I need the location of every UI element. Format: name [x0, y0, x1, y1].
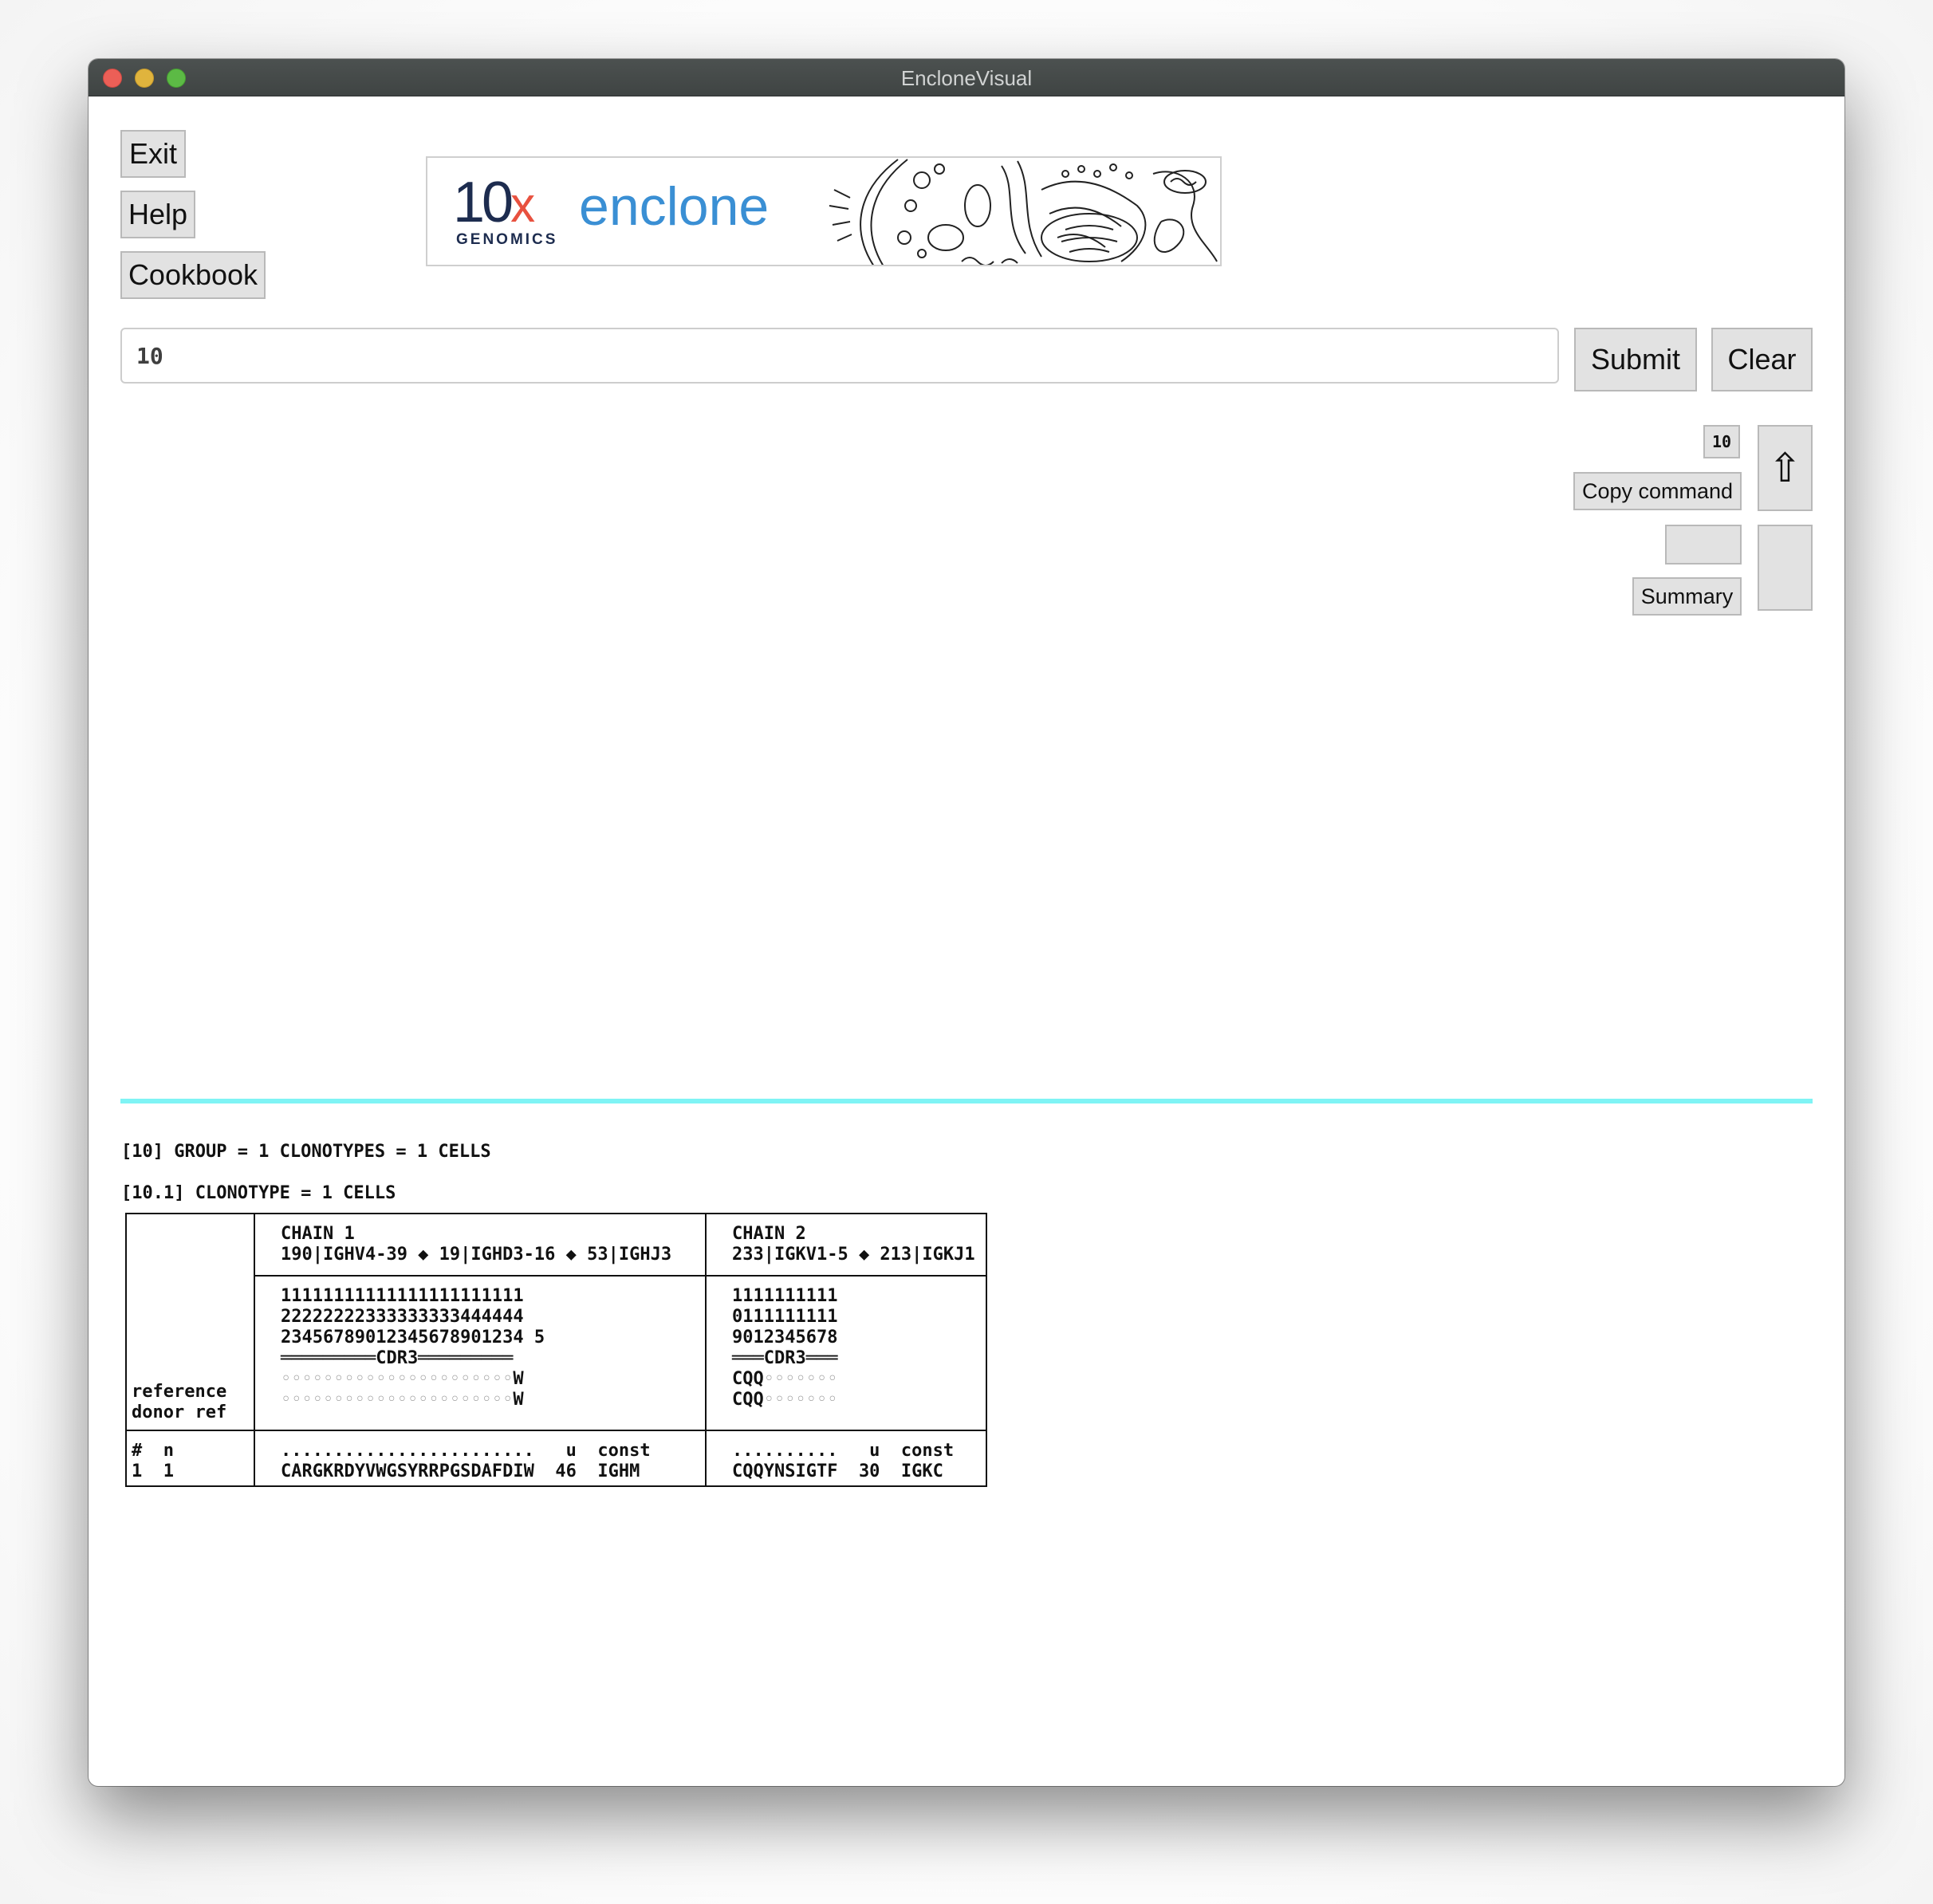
- chain2-positions: 1111111111 0111111111 9012345678 ═══CDR3…: [705, 1275, 987, 1431]
- chain2-row-value: CQQYNSIGTF 30 IGKC: [732, 1461, 943, 1481]
- up-arrow-button[interactable]: ⇧: [1758, 425, 1813, 511]
- enclone-banner: 10x GENOMICS enclone: [426, 156, 1222, 266]
- chain1-data-cell: ........................ u const CARGKRD…: [254, 1430, 707, 1487]
- enclone-wordmark: enclone: [579, 176, 770, 237]
- command-history-badge[interactable]: 10: [1703, 425, 1740, 458]
- chain2-pos-line: 1111111111: [732, 1286, 838, 1307]
- clear-button[interactable]: Clear: [1711, 328, 1813, 391]
- logo-x: x: [510, 178, 535, 233]
- main-content: Exit Help Cookbook 10x GENOMICS enclone: [89, 96, 1844, 1786]
- chain2-cdr3-marker: ═══CDR3═══: [732, 1348, 838, 1369]
- index-header: # n: [132, 1441, 174, 1461]
- table-row: # n 1 1 ........................ u const…: [125, 1430, 987, 1487]
- help-button[interactable]: Help: [120, 191, 195, 238]
- chain2-reference-start: CQQ: [732, 1369, 764, 1390]
- chain2-data-cell: .......... u const CQQYNSIGTF 30 IGKC: [705, 1430, 987, 1487]
- chain1-pos-line: 23456789012345678901234 5: [281, 1328, 545, 1348]
- position-row: 11111111111111111111111 2222222233333333…: [126, 1275, 987, 1431]
- chain1-reference-end: W: [513, 1369, 524, 1390]
- row-index-cell: # n 1 1: [125, 1430, 255, 1487]
- down-arrow-button[interactable]: [1758, 525, 1813, 611]
- chain1-row-value: CARGKRDYVWGSYRRPGSDAFDIW 46 IGHM: [281, 1461, 640, 1481]
- chain2-donor-start: CQQ: [732, 1390, 764, 1410]
- chain2-title: CHAIN 2: [732, 1224, 806, 1244]
- reference-label: reference: [132, 1382, 227, 1402]
- title-bar: EncloneVisual: [89, 59, 1844, 96]
- chain-header-row: reference donor ref CHAIN 1 190|IGHV4-39…: [125, 1212, 987, 1431]
- chain1-reference-dots: ◦◦◦◦◦◦◦◦◦◦◦◦◦◦◦◦◦◦◦◦◦◦: [281, 1369, 514, 1390]
- chain2-genes: 233|IGKV1-5 ◆ 213|IGKJ1: [732, 1245, 975, 1265]
- app-window: EncloneVisual Exit Help Cookbook 10x GEN…: [89, 59, 1844, 1786]
- 10x-logo: 10x: [453, 171, 535, 234]
- copy-command-button[interactable]: Copy command: [1573, 472, 1742, 510]
- cookbook-button[interactable]: Cookbook: [120, 251, 266, 299]
- chain1-column-header: ........................ u const: [281, 1441, 651, 1461]
- summary-button[interactable]: Summary: [1632, 577, 1742, 616]
- logo-genomics-text: GENOMICS: [456, 231, 558, 248]
- chain1-donor-end: W: [513, 1390, 524, 1410]
- chain2-reference-dots: ◦◦◦◦◦◦◦: [763, 1369, 838, 1390]
- chain2-pos-line: 9012345678: [732, 1328, 838, 1348]
- window-title: EncloneVisual: [900, 66, 1033, 90]
- chain1-pos-line: 11111111111111111111111: [281, 1286, 524, 1307]
- command-input[interactable]: [120, 328, 1559, 384]
- row-label-cell: reference donor ref: [125, 1213, 255, 1431]
- chain2-column-header: .......... u const: [732, 1441, 955, 1461]
- donor-ref-label: donor ref: [132, 1402, 227, 1422]
- chain2-pos-line: 0111111111: [732, 1307, 838, 1328]
- clonotype-summary: [10.1] CLONOTYPE = 1 CELLS: [121, 1183, 396, 1203]
- chain2-donor-dots: ◦◦◦◦◦◦◦: [763, 1390, 838, 1410]
- chain1-donor-dots: ◦◦◦◦◦◦◦◦◦◦◦◦◦◦◦◦◦◦◦◦◦◦: [281, 1390, 514, 1410]
- chain1-positions: 11111111111111111111111 2222222233333333…: [254, 1275, 707, 1431]
- index-value: 1 1: [132, 1461, 174, 1481]
- clonotype-table: reference donor ref CHAIN 1 190|IGHV4-39…: [125, 1212, 987, 1487]
- chain1-pos-line: 22222222333333333444444: [281, 1307, 524, 1328]
- chain1-header: CHAIN 1 190|IGHV4-39 ◆ 19|IGHD3-16 ◆ 53|…: [254, 1212, 707, 1277]
- chain2-header: CHAIN 2 233|IGKV1-5 ◆ 213|IGKJ1: [705, 1212, 987, 1277]
- chain1-title: CHAIN 1: [281, 1224, 355, 1244]
- chain1-cdr3-marker: ═════════CDR3═════════: [281, 1348, 514, 1369]
- group-summary: [10] GROUP = 1 CLONOTYPES = 1 CELLS: [121, 1142, 491, 1162]
- submit-button[interactable]: Submit: [1574, 328, 1697, 391]
- exit-button[interactable]: Exit: [120, 130, 186, 178]
- chain1-genes: 190|IGHV4-39 ◆ 19|IGHD3-16 ◆ 53|IGHJ3: [281, 1245, 672, 1265]
- output-divider: [120, 1099, 1813, 1103]
- logo-number: 10: [453, 171, 514, 234]
- cell-illustration: [829, 159, 1218, 265]
- blank-button[interactable]: [1665, 525, 1742, 565]
